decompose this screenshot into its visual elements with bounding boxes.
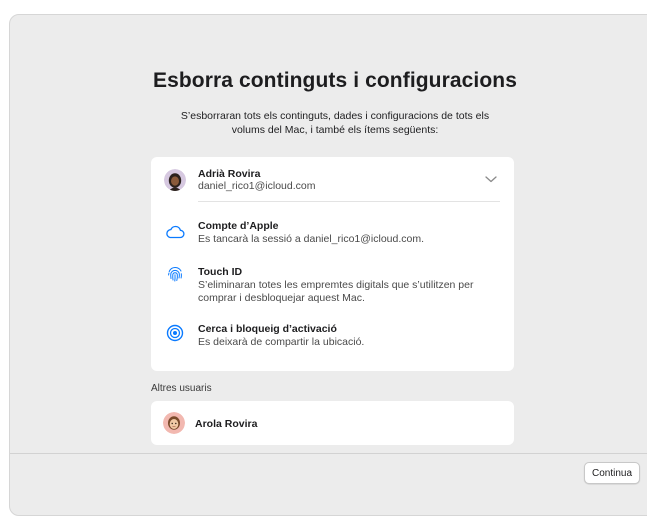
item-description-line: comprar i desbloquejar aquest Mac. — [198, 291, 365, 304]
user-avatar — [163, 412, 185, 434]
icloud-icon — [166, 225, 185, 239]
other-users-label: Altres usuaris — [151, 383, 212, 394]
find-my-icon — [166, 324, 184, 342]
item-title: Compte d’Apple — [198, 220, 279, 232]
footer-divider — [10, 453, 647, 454]
account-avatar — [164, 169, 186, 191]
continue-button[interactable]: Continua — [584, 462, 640, 484]
item-title: Touch ID — [198, 266, 243, 278]
memoji-avatar-icon — [164, 169, 186, 191]
memoji-avatar-icon — [163, 412, 185, 434]
subtitle-line: S’esborraran tots els continguts, dades … — [180, 110, 490, 122]
item-description: Es tancarà la sessió a daniel_rico1@iclo… — [198, 233, 425, 245]
item-description: S’eliminaran totes les empremtes digital… — [198, 279, 473, 304]
item-description: Es deixarà de compartir la ubicació. — [198, 336, 365, 348]
account-divider — [198, 201, 500, 202]
touch-id-icon — [168, 267, 182, 282]
erase-items-card: Adrià Rovira daniel_rico1@icloud.com Com… — [151, 157, 514, 371]
account-name: Adrià Rovira — [198, 168, 261, 180]
subtitle-line: volums del Mac, i també els ítems següen… — [231, 124, 439, 136]
account-email: daniel_rico1@icloud.com — [198, 180, 316, 192]
item-description-line: S’eliminaran totes les empremtes digital… — [198, 279, 474, 291]
user-name: Arola Rovira — [195, 418, 258, 430]
page-subtitle: S’esborraran tots els continguts, dades … — [150, 109, 520, 137]
other-users-card: Arola Rovira — [151, 401, 514, 445]
page-title: Esborra continguts i configuracions — [152, 69, 518, 92]
chevron-down-icon[interactable] — [484, 174, 498, 184]
item-title: Cerca i bloqueig d’activació — [198, 323, 337, 335]
